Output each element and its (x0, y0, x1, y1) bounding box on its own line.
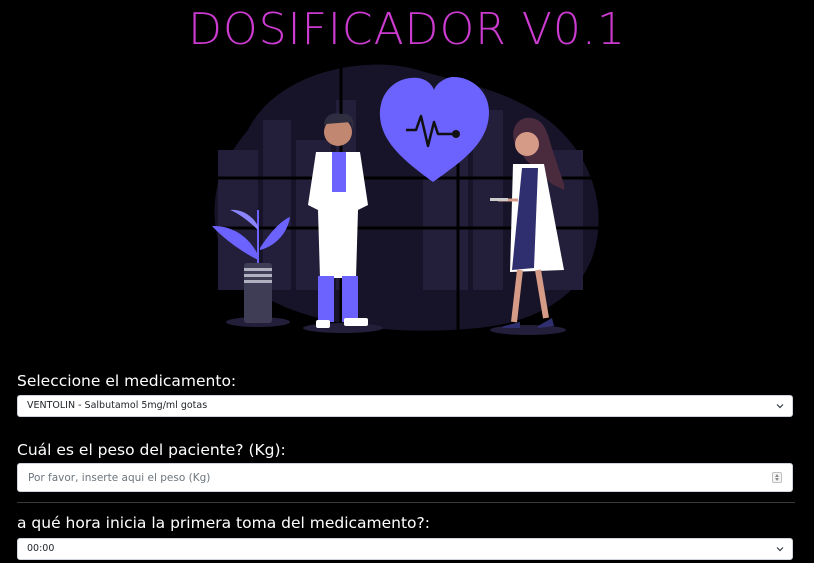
medication-label: Seleccione el medicamento: (17, 372, 237, 390)
page-title: DOSIFICADOR V0.1 (188, 4, 626, 55)
page: DOSIFICADOR V0.1 Seleccione el medicamen… (0, 0, 814, 563)
start-time-select[interactable]: 00:00 (17, 538, 793, 560)
chevron-down-icon (776, 404, 784, 409)
divider (17, 502, 795, 503)
medication-select-value: VENTOLIN - Salbutamol 5mg/ml gotas (27, 400, 208, 411)
medical-team-illustration (208, 60, 608, 336)
start-time-label: a qué hora inicia la primera toma del me… (17, 514, 430, 532)
chevron-down-icon (776, 547, 784, 552)
weight-input[interactable] (18, 464, 758, 491)
medication-select[interactable]: VENTOLIN - Salbutamol 5mg/ml gotas (17, 395, 793, 417)
weight-field[interactable] (17, 463, 793, 492)
number-spinner-icon[interactable] (772, 472, 782, 483)
start-time-select-value: 00:00 (27, 543, 55, 554)
weight-label: Cuál es el peso del paciente? (Kg): (17, 441, 286, 459)
